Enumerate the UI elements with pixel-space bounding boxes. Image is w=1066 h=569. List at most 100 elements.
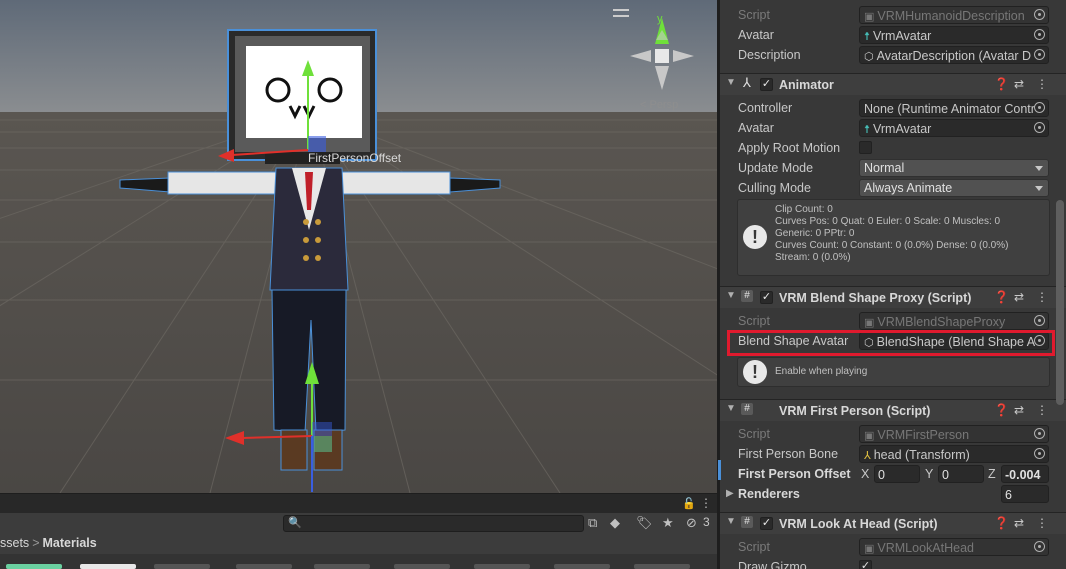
favorite-star-icon[interactable]: ★ bbox=[662, 515, 674, 531]
component-menu-icon[interactable]: ⋮ bbox=[1036, 77, 1048, 91]
animator-enabled-checkbox[interactable]: ✓ bbox=[760, 78, 773, 91]
root-motion-checkbox[interactable] bbox=[859, 141, 872, 154]
preset-icon[interactable]: ⇄ bbox=[1014, 403, 1024, 417]
asset-thumbnail[interactable] bbox=[554, 564, 610, 569]
project-search-input[interactable]: 🔍 bbox=[283, 515, 584, 532]
expand-arrow-icon[interactable]: ▶ bbox=[726, 488, 734, 499]
firstperson-bone-field[interactable]: ⅄ head (Transform) bbox=[859, 445, 1049, 463]
root-motion-row: Apply Root Motion bbox=[720, 138, 1066, 158]
collapse-arrow-icon[interactable]: ▼ bbox=[726, 403, 736, 414]
scene-object-label: FirstPersonOffset bbox=[308, 151, 402, 165]
lookat-header[interactable]: ▼ # ✓ VRM Look At Head (Script) ❓ ⇄ ⋮ bbox=[720, 512, 1066, 534]
blendshape-header[interactable]: ▼ # ✓ VRM Blend Shape Proxy (Script) ❓ ⇄… bbox=[720, 286, 1066, 308]
animator-header[interactable]: ▼ ⅄ ✓ Animator ❓ ⇄ ⋮ bbox=[720, 73, 1066, 95]
breadcrumb-materials[interactable]: Materials bbox=[43, 536, 97, 550]
root-motion-label: Apply Root Motion bbox=[738, 141, 841, 155]
animator-avatar-field[interactable]: ☨ VrmAvatar bbox=[859, 119, 1049, 137]
blendshape-avatar-value: BlendShape (Blend Shape A bbox=[876, 335, 1036, 349]
object-picker-icon[interactable] bbox=[1034, 541, 1045, 552]
asset-thumbnail[interactable] bbox=[634, 564, 690, 569]
info-line: Stream: 0 (0.0%) bbox=[775, 252, 851, 263]
info-icon: ! bbox=[743, 360, 767, 384]
lock-icon[interactable]: 🔓 bbox=[682, 497, 696, 510]
offset-y-input[interactable]: 0 bbox=[938, 465, 984, 483]
blendshape-avatar-row: Blend Shape Avatar ⬡ BlendShape (Blend Sh… bbox=[720, 331, 1066, 351]
firstperson-header[interactable]: ▼ # VRM First Person (Script) ❓ ⇄ ⋮ bbox=[720, 399, 1066, 421]
script-field[interactable]: ▣ VRMBlendShapeProxy bbox=[859, 312, 1049, 330]
help-icon[interactable]: ❓ bbox=[994, 290, 1009, 304]
script-field[interactable]: ▣ VRMHumanoidDescription bbox=[859, 6, 1049, 24]
firstperson-bone-label: First Person Bone bbox=[738, 447, 839, 461]
asset-thumbnail[interactable] bbox=[236, 564, 292, 569]
renderers-count-input[interactable]: 6 bbox=[1001, 485, 1049, 503]
culling-mode-row: Culling Mode Always Animate bbox=[720, 178, 1066, 198]
collapse-arrow-icon[interactable]: ▼ bbox=[726, 290, 736, 301]
avatar-label: Avatar bbox=[738, 28, 774, 42]
object-picker-icon[interactable] bbox=[1034, 102, 1045, 113]
scene-canvas[interactable]: y bbox=[0, 0, 717, 493]
lookat-enabled-checkbox[interactable]: ✓ bbox=[760, 517, 773, 530]
preset-icon[interactable]: ⇄ bbox=[1014, 77, 1024, 91]
object-picker-icon[interactable] bbox=[1034, 29, 1045, 40]
asset-thumbnail[interactable] bbox=[6, 564, 62, 569]
script-field[interactable]: ▣ VRMLookAtHead bbox=[859, 538, 1049, 556]
avatar-field[interactable]: ☨ VrmAvatar bbox=[859, 26, 1049, 44]
blendshape-enabled-checkbox[interactable]: ✓ bbox=[760, 291, 773, 304]
help-icon[interactable]: ❓ bbox=[994, 403, 1009, 417]
asset-thumbnail[interactable] bbox=[474, 564, 530, 569]
inspector-scrollbar[interactable] bbox=[1056, 200, 1064, 405]
update-mode-dropdown[interactable]: Normal bbox=[859, 159, 1049, 177]
lookat-title: VRM Look At Head (Script) bbox=[779, 517, 938, 531]
more-options-icon[interactable]: ⋮ bbox=[700, 496, 712, 510]
preset-icon[interactable]: ⇄ bbox=[1014, 290, 1024, 304]
culling-mode-dropdown[interactable]: Always Animate bbox=[859, 179, 1049, 197]
help-icon[interactable]: ❓ bbox=[994, 516, 1009, 530]
offset-z-input[interactable]: -0.004 bbox=[1001, 465, 1049, 483]
projection-label[interactable]: < Persp bbox=[640, 99, 678, 111]
offset-x-input[interactable]: 0 bbox=[874, 465, 920, 483]
controller-field[interactable]: None (Runtime Animator Contr bbox=[859, 99, 1049, 117]
asset-thumbnail[interactable] bbox=[394, 564, 450, 569]
script-file-icon: ▣ bbox=[864, 317, 875, 329]
component-menu-icon[interactable]: ⋮ bbox=[1036, 516, 1048, 530]
breadcrumb-assets[interactable]: ssets bbox=[0, 536, 29, 550]
component-menu-icon[interactable]: ⋮ bbox=[1036, 290, 1048, 304]
object-picker-icon[interactable] bbox=[1034, 9, 1045, 20]
script-file-icon: ▣ bbox=[864, 430, 875, 442]
blendshape-info-box: ! Enable when playing bbox=[737, 357, 1050, 387]
save-search-icon[interactable]: ⧉ bbox=[588, 515, 597, 531]
controller-label: Controller bbox=[738, 101, 793, 115]
help-icon[interactable]: ❓ bbox=[994, 77, 1009, 91]
collapse-arrow-icon[interactable]: ▼ bbox=[726, 516, 736, 527]
asset-thumbnail[interactable] bbox=[80, 564, 136, 569]
draw-gizmo-checkbox[interactable]: ✓ bbox=[859, 560, 872, 569]
object-picker-icon[interactable] bbox=[1034, 335, 1045, 346]
scene-view[interactable]: y FirstPersonOffset < Persp bbox=[0, 0, 717, 493]
object-picker-icon[interactable] bbox=[1034, 122, 1045, 133]
script-field[interactable]: ▣ VRMFirstPerson bbox=[859, 425, 1049, 443]
description-label: Description bbox=[738, 48, 801, 62]
preset-icon[interactable]: ⇄ bbox=[1014, 516, 1024, 530]
blendshape-avatar-field[interactable]: ⬡ BlendShape (Blend Shape A bbox=[859, 332, 1049, 350]
asset-thumbnail[interactable] bbox=[314, 564, 370, 569]
breadcrumb-separator-icon: > bbox=[32, 536, 40, 550]
update-mode-label: Update Mode bbox=[738, 161, 814, 175]
object-picker-icon[interactable] bbox=[1034, 315, 1045, 326]
collapse-arrow-icon[interactable]: ▼ bbox=[726, 77, 736, 88]
hidden-packages-icon[interactable]: ⊘ bbox=[686, 515, 697, 531]
draw-gizmo-row: Draw Gizmo ✓ bbox=[720, 557, 1066, 569]
renderers-row[interactable]: ▶ Renderers 6 bbox=[720, 484, 1066, 504]
description-field[interactable]: ⬡ AvatarDescription (Avatar D bbox=[859, 46, 1049, 64]
object-picker-icon[interactable] bbox=[1034, 49, 1045, 60]
object-picker-icon[interactable] bbox=[1034, 428, 1045, 439]
filter-label-icon[interactable]: 🏷 bbox=[636, 515, 653, 531]
scene-menu-icon[interactable] bbox=[613, 9, 629, 17]
firstperson-offset-row: First Person Offset X 0 Y 0 Z -0.004 bbox=[720, 464, 1066, 484]
script-label: Script bbox=[738, 427, 770, 441]
component-menu-icon[interactable]: ⋮ bbox=[1036, 403, 1048, 417]
animator-avatar-row: Avatar ☨ VrmAvatar bbox=[720, 118, 1066, 138]
filter-type-icon[interactable]: ◆ bbox=[610, 515, 620, 531]
object-picker-icon[interactable] bbox=[1034, 448, 1045, 459]
asset-thumbnail[interactable] bbox=[154, 564, 210, 569]
draw-gizmo-label: Draw Gizmo bbox=[738, 560, 807, 569]
